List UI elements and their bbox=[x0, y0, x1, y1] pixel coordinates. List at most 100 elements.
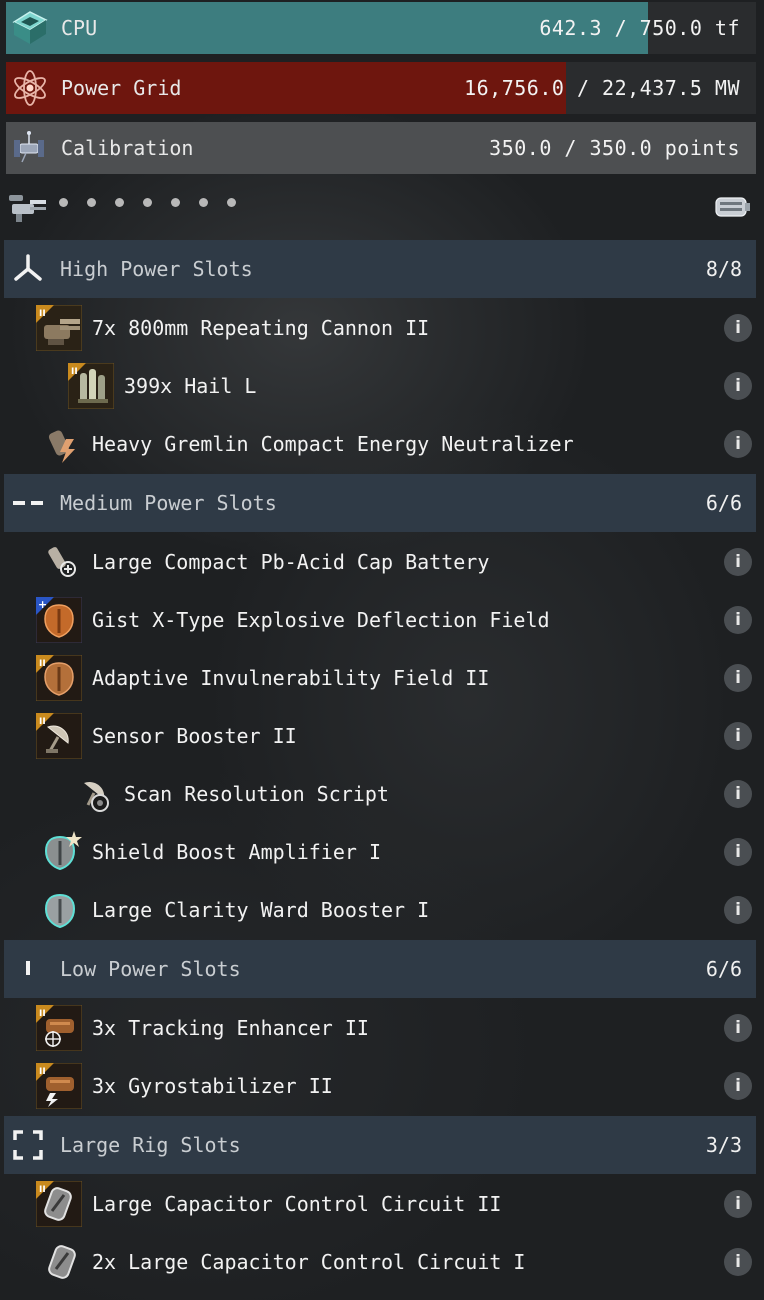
info-icon[interactable]: i bbox=[724, 430, 752, 458]
shield-booster-icon bbox=[40, 887, 86, 933]
hardpoint-dot bbox=[143, 198, 152, 207]
module-row[interactable]: II Sensor Booster II i bbox=[4, 707, 756, 765]
power-grid-atom-icon bbox=[10, 68, 50, 108]
info-icon[interactable]: i bbox=[724, 780, 752, 808]
hardpoint-dot bbox=[199, 198, 208, 207]
sensor-booster-icon: II bbox=[36, 713, 82, 759]
cap-battery-icon bbox=[40, 539, 86, 585]
shield-amplifier-icon bbox=[40, 829, 86, 875]
capacitor-rig-icon bbox=[40, 1239, 86, 1285]
calibration-satellite-icon bbox=[10, 128, 50, 168]
module-name: Large Clarity Ward Booster I bbox=[92, 898, 430, 922]
module-name: 399x Hail L bbox=[124, 374, 257, 398]
info-icon[interactable]: i bbox=[724, 1014, 752, 1042]
hardpoint-dot bbox=[87, 198, 96, 207]
module-row[interactable]: II Adaptive Invulnerability Field II i bbox=[4, 649, 756, 707]
module-name: Large Capacitor Control Circuit II bbox=[92, 1192, 502, 1216]
svg-text:II: II bbox=[39, 717, 46, 727]
section-count: 3/3 bbox=[705, 1133, 742, 1157]
section-title: Low Power Slots bbox=[60, 957, 241, 981]
module-name: Adaptive Invulnerability Field II bbox=[92, 666, 490, 690]
artillery-cannon-icon: II bbox=[36, 305, 82, 351]
info-icon[interactable]: i bbox=[724, 372, 752, 400]
calibration-bar: Calibration 350.0 / 350.0 points bbox=[6, 122, 756, 174]
cpu-bar: CPU 642.3 / 750.0 tf bbox=[6, 2, 756, 54]
section-count: 6/6 bbox=[705, 957, 742, 981]
svg-text:II: II bbox=[39, 1185, 46, 1195]
module-name: Scan Resolution Script bbox=[124, 782, 389, 806]
info-icon[interactable]: i bbox=[724, 314, 752, 342]
gyrostabilizer-icon: II bbox=[36, 1063, 82, 1109]
module-name: Heavy Gremlin Compact Energy Neutralizer bbox=[92, 432, 574, 456]
module-name: Gist X-Type Explosive Deflection Field bbox=[92, 608, 550, 632]
info-icon[interactable]: i bbox=[724, 722, 752, 750]
module-row[interactable]: II 7x 800mm Repeating Cannon II i bbox=[4, 299, 756, 357]
section-title: High Power Slots bbox=[60, 257, 253, 281]
module-row[interactable]: Scan Resolution Script i bbox=[4, 765, 756, 823]
hardpoint-dot bbox=[115, 198, 124, 207]
shield-hardener-icon: + bbox=[36, 597, 82, 643]
shield-hardener-icon: II bbox=[36, 655, 82, 701]
module-row[interactable]: Shield Boost Amplifier I i bbox=[4, 823, 756, 881]
calibration-label: Calibration bbox=[61, 136, 194, 160]
module-row[interactable]: II 399x Hail L i bbox=[4, 357, 756, 415]
section-count: 6/6 bbox=[705, 491, 742, 515]
section-high-power-slots[interactable]: High Power Slots 8/8 bbox=[4, 240, 756, 298]
module-name: Sensor Booster II bbox=[92, 724, 297, 748]
svg-text:II: II bbox=[39, 309, 46, 319]
section-large-rig-slots[interactable]: Large Rig Slots 3/3 bbox=[4, 1116, 756, 1174]
hardpoint-row bbox=[6, 184, 756, 232]
power-grid-value: 16,756.0 / 22,437.5 MW bbox=[464, 76, 740, 100]
drone-bay-icon[interactable] bbox=[712, 190, 752, 224]
module-row[interactable]: Large Compact Pb-Acid Cap Battery i bbox=[4, 533, 756, 591]
turret-icon[interactable] bbox=[8, 190, 48, 224]
section-title: Medium Power Slots bbox=[60, 491, 277, 515]
power-grid-label: Power Grid bbox=[61, 76, 182, 100]
medium-slot-icon bbox=[12, 487, 44, 519]
calibration-value: 350.0 / 350.0 points bbox=[489, 136, 740, 160]
module-name: 7x 800mm Repeating Cannon II bbox=[92, 316, 430, 340]
svg-text:II: II bbox=[71, 367, 78, 377]
info-icon[interactable]: i bbox=[724, 664, 752, 692]
info-icon[interactable]: i bbox=[724, 1190, 752, 1218]
module-row[interactable]: + Gist X-Type Explosive Deflection Field… bbox=[4, 591, 756, 649]
rig-slot-icon bbox=[12, 1129, 44, 1161]
info-icon[interactable]: i bbox=[724, 896, 752, 924]
section-medium-power-slots[interactable]: Medium Power Slots 6/6 bbox=[4, 474, 756, 532]
section-title: Large Rig Slots bbox=[60, 1133, 241, 1157]
info-icon[interactable]: i bbox=[724, 838, 752, 866]
svg-text:II: II bbox=[39, 659, 46, 669]
module-row[interactable]: Heavy Gremlin Compact Energy Neutralizer… bbox=[4, 415, 756, 473]
module-row[interactable]: 2x Large Capacitor Control Circuit I i bbox=[4, 1233, 756, 1291]
info-icon[interactable]: i bbox=[724, 548, 752, 576]
module-name: 3x Tracking Enhancer II bbox=[92, 1016, 369, 1040]
module-row[interactable]: II 3x Tracking Enhancer II i bbox=[4, 999, 756, 1057]
info-icon[interactable]: i bbox=[724, 1072, 752, 1100]
low-slot-icon bbox=[12, 953, 44, 985]
fitting-window: CPU 642.3 / 750.0 tf Power Grid 16,756.0… bbox=[0, 0, 764, 1300]
svg-text:II: II bbox=[39, 1067, 46, 1077]
high-slot-icon bbox=[12, 253, 44, 285]
hardpoint-dot bbox=[59, 198, 68, 207]
svg-text:II: II bbox=[39, 1009, 46, 1019]
cpu-chip-icon bbox=[10, 8, 50, 48]
module-row[interactable]: Large Clarity Ward Booster I i bbox=[4, 881, 756, 939]
info-icon[interactable]: i bbox=[724, 606, 752, 634]
module-name: Shield Boost Amplifier I bbox=[92, 840, 381, 864]
cpu-label: CPU bbox=[61, 16, 98, 40]
power-grid-bar: Power Grid 16,756.0 / 22,437.5 MW bbox=[6, 62, 756, 114]
hardpoint-dot bbox=[227, 198, 236, 207]
info-icon[interactable]: i bbox=[724, 1248, 752, 1276]
cpu-value: 642.3 / 750.0 tf bbox=[539, 16, 740, 40]
section-low-power-slots[interactable]: Low Power Slots 6/6 bbox=[4, 940, 756, 998]
energy-neutralizer-icon bbox=[40, 421, 86, 467]
ammo-icon: II bbox=[68, 363, 114, 409]
hardpoint-dot bbox=[171, 198, 180, 207]
module-row[interactable]: II 3x Gyrostabilizer II i bbox=[4, 1057, 756, 1115]
module-name: 3x Gyrostabilizer II bbox=[92, 1074, 333, 1098]
capacitor-rig-icon: II bbox=[36, 1181, 82, 1227]
script-icon bbox=[74, 771, 120, 817]
module-row[interactable]: II Large Capacitor Control Circuit II i bbox=[4, 1175, 756, 1233]
tracking-enhancer-icon: II bbox=[36, 1005, 82, 1051]
module-name: Large Compact Pb-Acid Cap Battery bbox=[92, 550, 490, 574]
